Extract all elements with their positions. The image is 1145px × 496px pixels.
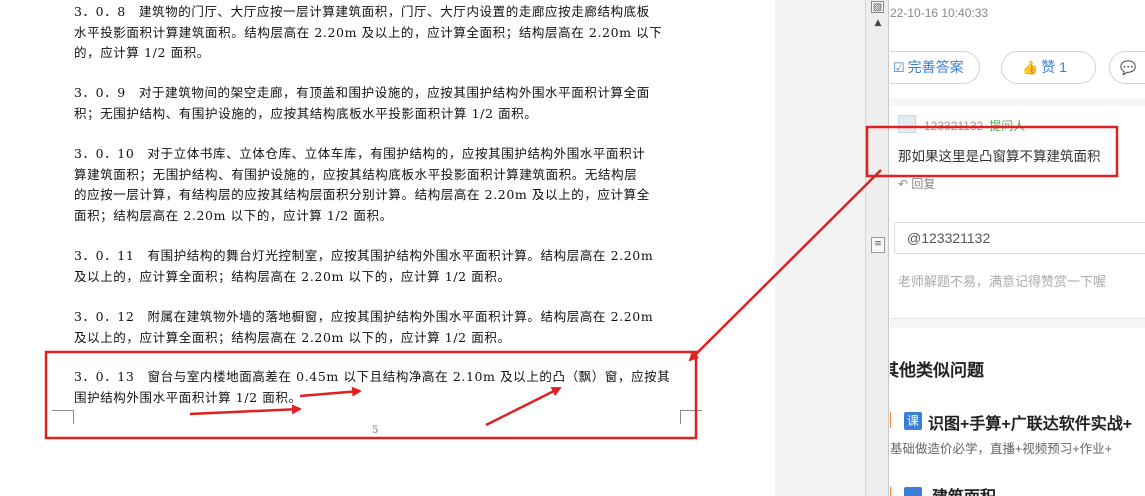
comment-text: 那如果这里是凸窗算不算建筑面积 (898, 149, 1101, 164)
paragraph-3-0-8: 3．0．8 建筑物的门厅、大厅应按一层计算建筑面积，门厅、大厅内设置的走廊应按走… (74, 2, 682, 64)
course-tag-icon: 课 (904, 412, 922, 430)
paragraph-line: 3．0．8 建筑物的门厅、大厅应按一层计算建筑面积，门厅、大厅内设置的走廊应按走… (74, 4, 650, 19)
paragraph-line: 积；无围护结构、有围护设施的，应按其结构底板水平投影面积计算 1/2 面积。 (74, 105, 538, 121)
accent-bar (890, 412, 891, 428)
improve-answer-button[interactable]: ☑ 完善答案 (890, 51, 980, 84)
paragraph-line: 3．0．12 附属在建筑物外墙的落地橱窗，应按其围护结构外围水平面积计算。结构层… (74, 309, 654, 324)
paragraph-line: 围护结构外围水平面积计算 1/2 面积。 (74, 389, 302, 405)
thumbs-up-icon: 👍 (1022, 60, 1039, 75)
answer-timestamp: 22-10-16 10:40:33 (890, 6, 989, 20)
paragraph-line: 3．0．13 窗台与室内楼地面高差在 0.45m 以下且结构净高在 2.10m … (74, 369, 671, 384)
comment-button[interactable]: 💬 (1109, 51, 1145, 84)
paragraph-line: 及以上的，应计算全面积；结构层高在 2.20m 以下的，应计算 1/2 面积。 (74, 268, 511, 284)
comment-username: 123321132 (924, 119, 984, 133)
course-subtitle: 基础做造价必学，直播+视频预习+作业+ (890, 442, 1112, 456)
crop-mark-right-h (680, 410, 702, 411)
paragraph-line: 算建筑面积；无围护结构、有围护设施的，应按其结构底板水平投影面积计算建筑面积。无… (74, 166, 638, 182)
page-number: 5 (372, 425, 379, 436)
course-tag-icon (904, 487, 922, 496)
scroll-thumb[interactable]: ≡ (871, 237, 885, 253)
paragraph-line: 的应按一层计算，有结构层的应按其结构层面积分别计算。结构层高在 2.20m 及以… (74, 187, 650, 202)
document-page: 3．0．8 建筑物的门厅、大厅应按一层计算建筑面积，门厅、大厅内设置的走廊应按走… (0, 0, 775, 496)
paragraph-3-0-12: 3．0．12 附属在建筑物外墙的落地橱窗，应按其围护结构外围水平面积计算。结构层… (74, 307, 682, 348)
crop-mark-left-h (52, 410, 74, 411)
like-label: 赞 1 (1041, 59, 1067, 75)
reply-label: 回复 (911, 177, 936, 191)
paragraph-line: 3．0．11 有围护结构的舞台灯光控制室，应按其围护结构外围水平面积计算。结构层… (74, 248, 654, 263)
comment-author[interactable]: 123321132 提问人 (924, 117, 1025, 134)
like-button[interactable]: 👍 赞 1 (1001, 51, 1096, 84)
reply-icon: ↶ (898, 177, 909, 191)
section-divider (890, 318, 1145, 328)
paragraph-3-0-9: 3．0．9 对于建筑物间的架空走廊，有顶盖和围护设施的，应按其围护结构外围水平面… (74, 83, 682, 124)
related-question-link[interactable]: 建筑面积 (932, 483, 996, 496)
crop-mark-left (52, 410, 74, 424)
similar-questions-title: 其他类似问题 (890, 361, 984, 380)
paragraph-line: 的，应计算 1/2 面积。 (74, 45, 210, 60)
edit-icon: ☑ (893, 60, 905, 75)
scroll-up-arrow-icon[interactable]: ▲ (871, 16, 885, 30)
paragraph-line: 水平投影面积计算建筑面积。结构层高在 2.20m 及以上的，应计算全面积；结构层… (74, 24, 663, 40)
comment-icon: 💬 (1120, 60, 1137, 75)
qa-panel: 22-10-16 10:40:33 ☑ 完善答案 👍 赞 1 💬 123321132… (890, 0, 1145, 496)
paragraph-3-0-11: 3．0．11 有围护结构的舞台灯光控制室，应按其围护结构外围水平面积计算。结构层… (74, 246, 682, 287)
appreciation-hint: 老师解题不易，满意记得赞赏一下喔 (898, 274, 1107, 289)
crop-mark-right (680, 410, 702, 424)
paragraph-3-0-10: 3．0．10 对于立体书库、立体仓库、立体车库，有围护结构的，应按其围护结构外围… (74, 144, 682, 226)
accent-bar (890, 487, 891, 496)
reply-link[interactable]: ↶ 回复 (898, 175, 935, 192)
reply-input[interactable]: @123321132 (894, 222, 1145, 254)
paragraph-line: 3．0．9 对于建筑物间的架空走廊，有顶盖和围护设施的，应按其围护结构外围水平面… (74, 85, 650, 100)
paragraph-line: 面积；结构层高在 2.20m 以下的，应计算 1/2 面积。 (74, 207, 393, 223)
split-view-icon[interactable]: ▧ (871, 1, 884, 13)
paragraph-line: 3．0．10 对于立体书库、立体仓库、立体车库，有围护结构的，应按其围护结构外围… (74, 146, 646, 161)
vertical-scrollbar[interactable]: ▧ ▲ ≡ (865, 0, 889, 496)
asker-badge: 提问人 (989, 119, 1026, 133)
avatar[interactable] (898, 115, 916, 133)
course-link[interactable]: 识图+手算+广联达软件实战+ (928, 410, 1132, 434)
section-divider (890, 98, 1145, 106)
improve-answer-label: 完善答案 (907, 59, 964, 75)
paragraph-line: 及以上的，应计算全面积；结构层高在 2.20m 以下的，应计算 1/2 面积。 (74, 329, 511, 345)
paragraph-3-0-13: 3．0．13 窗台与室内楼地面高差在 0.45m 以下且结构净高在 2.10m … (74, 367, 682, 408)
viewer-background (775, 0, 865, 496)
